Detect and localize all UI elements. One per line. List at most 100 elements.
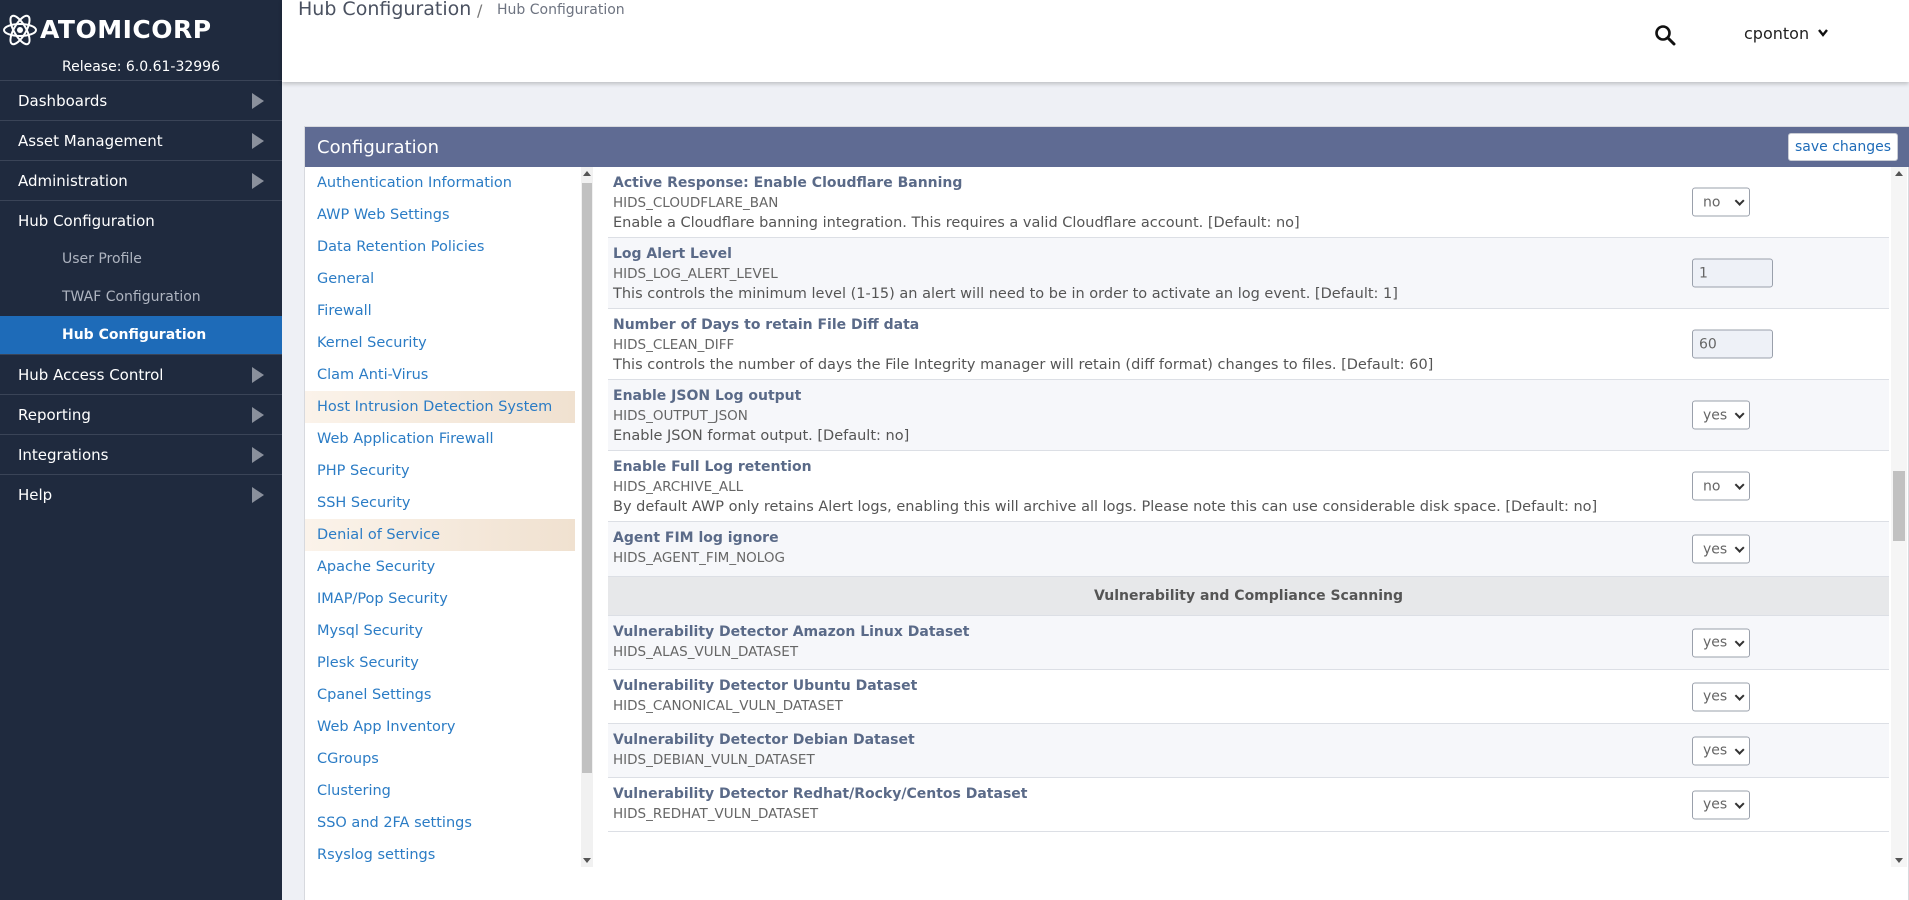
config-menu-item-general[interactable]: General (305, 263, 575, 295)
config-menu-item-web-application-firewall[interactable]: Web Application Firewall (305, 423, 575, 455)
scroll-down-arrow[interactable] (1895, 858, 1903, 863)
setting-text-input[interactable]: 1 (1692, 258, 1773, 288)
scroll-thumb[interactable] (582, 183, 592, 773)
setting-select[interactable]: yes (1692, 736, 1750, 765)
setting-select[interactable]: yes (1692, 628, 1750, 657)
sidebar: ATOMICORP Release: 6.0.61-32996 Dashboar… (0, 0, 282, 900)
sidebar-item-integrations[interactable]: Integrations (0, 434, 282, 474)
config-menu-item-plesk-security[interactable]: Plesk Security (305, 647, 575, 679)
sidebar-item-reporting[interactable]: Reporting (0, 394, 282, 434)
config-menu-item-cpanel-settings[interactable]: Cpanel Settings (305, 679, 575, 711)
setting-row-hids-log-alert-level: Log Alert Level HIDS_LOG_ALERT_LEVEL This … (608, 238, 1889, 309)
config-menu-item-mysql-security[interactable]: Mysql Security (305, 615, 575, 647)
config-menu-item-data-retention-policies[interactable]: Data Retention Policies (305, 231, 575, 263)
settings-list: Active Response: Enable Cloudflare Banni… (608, 167, 1889, 867)
triangle-right-icon (252, 173, 264, 189)
sidebar-item-hub-access-control[interactable]: Hub Access Control (0, 354, 282, 394)
setting-row-hids-agent-fim-nolog: Agent FIM log ignore HIDS_AGENT_FIM_NOLOG… (608, 522, 1889, 577)
scroll-up-arrow[interactable] (1895, 171, 1903, 176)
sidebar-subitem-user-profile[interactable]: User Profile (0, 240, 282, 278)
setting-description: This controls the minimum level (1-15) a… (613, 286, 1398, 302)
config-category-menu: Authentication Information AWP Web Settin… (305, 167, 575, 867)
user-name: cponton (1744, 24, 1810, 43)
sidebar-item-dashboards[interactable]: Dashboards (0, 80, 282, 120)
brand-logo[interactable]: ATOMICORP (0, 8, 282, 52)
breadcrumb-separator: / (477, 1, 483, 20)
select-value: yes (1703, 796, 1728, 813)
config-menu-item-ssh-security[interactable]: SSH Security (305, 487, 575, 519)
sidebar-item-asset-management[interactable]: Asset Management (0, 120, 282, 160)
config-menu-item-awp-web-settings[interactable]: AWP Web Settings (305, 199, 575, 231)
config-menu-item-clam-anti-virus[interactable]: Clam Anti-Virus (305, 359, 575, 391)
select-value: no (1703, 194, 1721, 210)
setting-row-hids-archive-all: Enable Full Log retention HIDS_ARCHIVE_AL… (608, 451, 1889, 522)
settings-scrollbar[interactable] (1891, 167, 1907, 867)
config-menu-item-clustering[interactable]: Clustering (305, 775, 575, 807)
select-value: no (1703, 478, 1721, 494)
setting-text-input[interactable]: 60 (1692, 329, 1773, 359)
sidebar-item-label: Integrations (18, 445, 109, 464)
triangle-right-icon (252, 367, 264, 383)
breadcrumb-current: Hub Configuration (497, 2, 625, 18)
config-menu-item-authentication-information[interactable]: Authentication Information (305, 167, 575, 199)
setting-row-hids-clean-diff: Number of Days to retain File Diff data H… (608, 309, 1889, 380)
sidebar-item-label: Help (18, 485, 53, 504)
config-menu-item-web-app-inventory[interactable]: Web App Inventory (305, 711, 575, 743)
setting-row-hids-output-json: Enable JSON Log output HIDS_OUTPUT_JSON En… (608, 380, 1889, 451)
setting-select[interactable]: no (1692, 471, 1750, 501)
scroll-thumb[interactable] (1893, 471, 1905, 541)
select-value: yes (1703, 634, 1728, 651)
search-icon[interactable] (1654, 24, 1676, 46)
setting-description: By default AWP only retains Alert logs, … (613, 499, 1598, 515)
config-menu-item-host-intrusion-detection-system[interactable]: Host Intrusion Detection System (305, 391, 575, 423)
select-value: yes (1703, 688, 1728, 705)
breadcrumb-title[interactable]: Hub Configuration (298, 0, 471, 20)
config-menu-item-php-security[interactable]: PHP Security (305, 455, 575, 487)
panel-header: Configuration save changes (305, 127, 1909, 167)
select-value: yes (1703, 541, 1728, 557)
config-menu-item-kernel-security[interactable]: Kernel Security (305, 327, 575, 359)
config-menu-item-denial-of-service[interactable]: Denial of Service (305, 519, 575, 551)
chevron-down-icon (1734, 195, 1745, 206)
user-menu[interactable]: cponton (1744, 24, 1829, 43)
sidebar-nav: Dashboards Asset Management Administration… (0, 80, 282, 514)
config-menu-item-imap-pop-security[interactable]: IMAP/Pop Security (305, 583, 575, 615)
scroll-up-arrow[interactable] (583, 171, 591, 176)
chevron-down-icon (1734, 479, 1745, 490)
sidebar-item-hub-configuration[interactable]: Hub Configuration (0, 200, 282, 240)
setting-row-hids-canonical-vuln-dataset: Vulnerability Detector Ubuntu Dataset HID… (608, 670, 1889, 724)
brand-name: ATOMICORP (40, 15, 212, 44)
panel-title: Configuration (317, 137, 440, 158)
sidebar-item-administration[interactable]: Administration (0, 160, 282, 200)
config-menu-item-rsyslog-settings[interactable]: Rsyslog settings (305, 839, 575, 871)
config-menu-item-firewall[interactable]: Firewall (305, 295, 575, 327)
save-changes-button[interactable]: save changes (1788, 133, 1899, 161)
triangle-right-icon (252, 447, 264, 463)
setting-description: Enable a Cloudflare banning integration.… (613, 215, 1300, 231)
sidebar-item-label: Hub Configuration (62, 327, 207, 343)
sidebar-item-label: Hub Access Control (18, 365, 164, 384)
configuration-panel: Configuration save changes Authenticatio… (304, 126, 1909, 900)
config-menu-item-cgroups[interactable]: CGroups (305, 743, 575, 775)
triangle-right-icon (252, 133, 264, 149)
setting-row-hids-cloudflare-ban: Active Response: Enable Cloudflare Banni… (608, 167, 1889, 238)
sidebar-item-help[interactable]: Help (0, 474, 282, 514)
sidebar-subitem-hub-configuration[interactable]: Hub Configuration (0, 316, 282, 354)
sidebar-item-label: Asset Management (18, 131, 163, 150)
sidebar-item-label: Dashboards (18, 91, 108, 110)
sidebar-subitem-twaf-configuration[interactable]: TWAF Configuration (0, 278, 282, 316)
triangle-right-icon (252, 487, 264, 503)
scroll-down-arrow[interactable] (583, 858, 591, 863)
setting-row-hids-redhat-vuln-dataset: Vulnerability Detector Redhat/Rocky/Cent… (608, 778, 1889, 832)
setting-select[interactable]: yes (1692, 790, 1750, 819)
top-bar: Hub Configuration / Hub Configuration cp… (282, 0, 1909, 82)
release-version: Release: 6.0.61-32996 (62, 59, 220, 75)
config-menu-item-sso-and-2fa-settings[interactable]: SSO and 2FA settings (305, 807, 575, 839)
config-menu-item-apache-security[interactable]: Apache Security (305, 551, 575, 583)
setting-select[interactable]: yes (1692, 534, 1750, 564)
setting-select[interactable]: no (1692, 187, 1750, 217)
sidebar-item-label: User Profile (62, 251, 142, 267)
setting-select[interactable]: yes (1692, 400, 1750, 430)
setting-select[interactable]: yes (1692, 682, 1750, 711)
category-scrollbar[interactable] (581, 167, 593, 867)
